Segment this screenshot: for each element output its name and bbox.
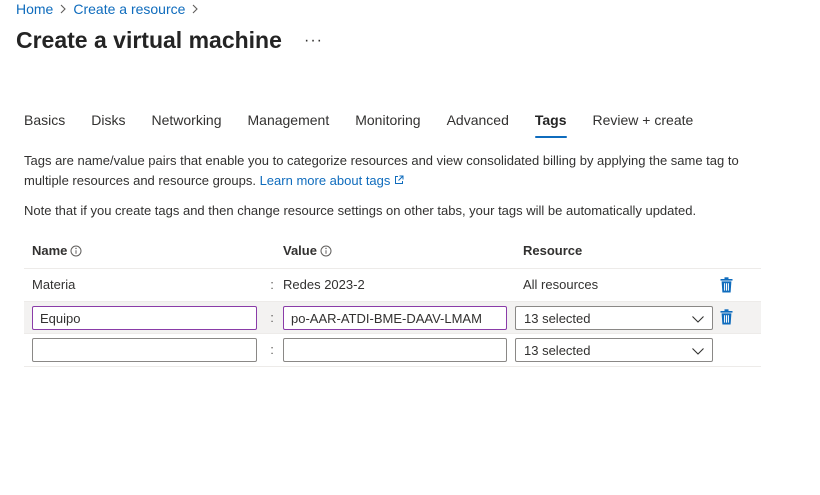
chevron-right-icon xyxy=(59,4,67,14)
resource-dropdown-value: 13 selected xyxy=(524,310,591,326)
tag-row: : 13 selected xyxy=(24,302,761,334)
learn-more-tags-link[interactable]: Learn more about tags xyxy=(260,173,404,188)
tag-name-input[interactable] xyxy=(32,338,257,362)
info-icon[interactable] xyxy=(320,245,332,257)
name-value-separator: : xyxy=(270,310,274,325)
delete-icon[interactable] xyxy=(720,309,733,325)
tag-name-input[interactable] xyxy=(32,306,257,330)
chevron-down-icon xyxy=(692,311,704,326)
page-title: Create a virtual machine xyxy=(16,27,282,53)
resource-dropdown-value: 13 selected xyxy=(524,342,591,358)
resource-column-header: Resource xyxy=(523,243,582,258)
tab-management[interactable]: Management xyxy=(248,112,330,138)
more-options-button[interactable]: ··· xyxy=(304,32,323,50)
tab-advanced[interactable]: Advanced xyxy=(447,112,509,138)
resource-header-label: Resource xyxy=(523,243,583,258)
tags-note: Note that if you create tags and then ch… xyxy=(24,203,697,218)
name-value-separator: : xyxy=(270,342,274,357)
tab-monitoring[interactable]: Monitoring xyxy=(355,112,420,138)
breadcrumb-home-link[interactable]: Home xyxy=(16,1,53,17)
tab-bar: Basics Disks Networking Management Monit… xyxy=(24,112,719,138)
tag-name-text: Materia xyxy=(32,277,76,292)
name-value-separator: : xyxy=(270,277,274,292)
breadcrumb-create-resource-link[interactable]: Create a resource xyxy=(73,1,185,17)
tags-description: Tags are name/value pairs that enable yo… xyxy=(24,151,764,191)
tag-value-text: Redes 2023-2 xyxy=(283,277,365,292)
chevron-right-icon xyxy=(191,4,199,14)
tag-row: : 13 selected xyxy=(24,334,761,367)
chevron-down-icon xyxy=(692,343,704,358)
tag-value-input[interactable] xyxy=(283,338,507,362)
tab-tags[interactable]: Tags xyxy=(534,112,567,138)
tab-basics[interactable]: Basics xyxy=(24,112,65,138)
tags-grid: Name Value Resource Materia : Redes 2023… xyxy=(24,237,761,367)
name-header-label: Name xyxy=(32,243,68,258)
tag-value-input[interactable] xyxy=(283,306,507,330)
external-link-icon xyxy=(394,173,404,188)
breadcrumb: Home Create a resource xyxy=(16,1,205,17)
tab-networking[interactable]: Networking xyxy=(151,112,221,138)
resource-dropdown[interactable]: 13 selected xyxy=(515,306,713,330)
learn-more-tags-label: Learn more about tags xyxy=(259,173,391,188)
tags-grid-header: Name Value Resource xyxy=(24,237,761,269)
tab-disks[interactable]: Disks xyxy=(91,112,125,138)
value-header-label: Value xyxy=(283,243,317,258)
delete-icon[interactable] xyxy=(720,277,733,293)
info-icon[interactable] xyxy=(70,245,82,257)
name-column-header: Name xyxy=(32,243,82,258)
tag-resource-text: All resources xyxy=(523,277,599,292)
tab-review-create[interactable]: Review + create xyxy=(593,112,694,138)
tag-row: Materia : Redes 2023-2 All resources xyxy=(24,269,761,302)
resource-dropdown[interactable]: 13 selected xyxy=(515,338,713,362)
value-column-header: Value xyxy=(283,243,332,258)
